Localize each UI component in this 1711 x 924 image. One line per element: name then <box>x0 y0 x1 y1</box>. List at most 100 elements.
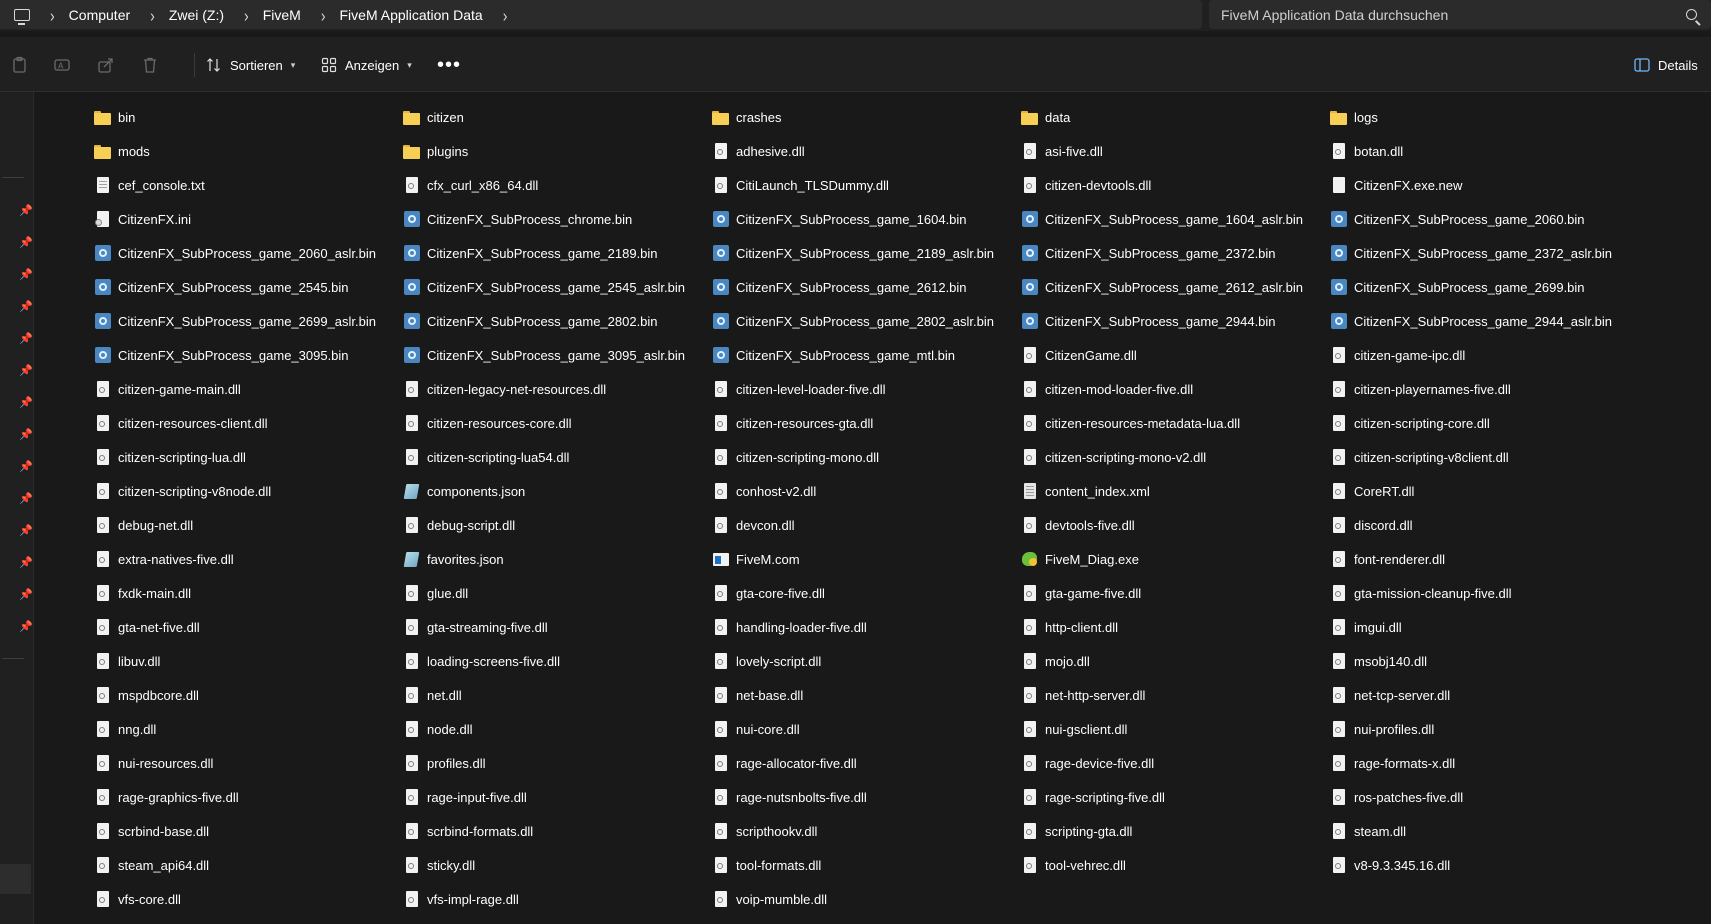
breadcrumb-current-folder[interactable]: FiveM Application Data <box>340 7 483 23</box>
file-item[interactable]: devtools-five.dll <box>1021 508 1330 542</box>
file-item[interactable]: citizen-resources-core.dll <box>403 406 712 440</box>
file-item[interactable]: citizen-scripting-v8node.dll <box>94 474 403 508</box>
breadcrumb-fivem[interactable]: FiveM <box>263 7 301 23</box>
file-item[interactable]: discord.dll <box>1330 508 1639 542</box>
file-item[interactable]: sticky.dll <box>403 848 712 882</box>
file-item[interactable]: extra-natives-five.dll <box>94 542 403 576</box>
rename-icon[interactable]: A <box>53 56 71 74</box>
file-item[interactable]: font-renderer.dll <box>1330 542 1639 576</box>
folder-item[interactable]: citizen <box>403 100 712 134</box>
file-item[interactable]: profiles.dll <box>403 746 712 780</box>
file-item[interactable]: CitizenFX_SubProcess_game_2699.bin <box>1330 270 1639 304</box>
file-item[interactable]: CitizenFX_SubProcess_game_1604.bin <box>712 202 1021 236</box>
file-item[interactable]: CitizenFX_SubProcess_game_2802.bin <box>403 304 712 338</box>
file-item[interactable]: vfs-impl-rage.dll <box>403 882 712 916</box>
file-item[interactable]: nui-gsclient.dll <box>1021 712 1330 746</box>
file-item[interactable]: CitizenFX_SubProcess_game_2060_aslr.bin <box>94 236 403 270</box>
file-item[interactable]: cfx_curl_x86_64.dll <box>403 168 712 202</box>
file-item[interactable]: citizen-game-main.dll <box>94 372 403 406</box>
file-item[interactable]: citizen-resources-metadata-lua.dll <box>1021 406 1330 440</box>
file-item[interactable]: CitizenFX_SubProcess_game_3095.bin <box>94 338 403 372</box>
file-item[interactable]: citizen-scripting-lua54.dll <box>403 440 712 474</box>
file-item[interactable]: imgui.dll <box>1330 610 1639 644</box>
pin-icon[interactable]: 📌 <box>19 205 33 217</box>
paste-icon[interactable] <box>11 56 29 74</box>
pin-icon[interactable]: 📌 <box>19 461 33 473</box>
file-item[interactable]: conhost-v2.dll <box>712 474 1021 508</box>
file-item[interactable]: CitizenFX_SubProcess_game_2802_aslr.bin <box>712 304 1021 338</box>
file-item[interactable]: vfs-core.dll <box>94 882 403 916</box>
file-item[interactable]: net-http-server.dll <box>1021 678 1330 712</box>
file-item[interactable]: steam_api64.dll <box>94 848 403 882</box>
file-item[interactable]: tool-vehrec.dll <box>1021 848 1330 882</box>
file-item[interactable]: CitizenFX_SubProcess_game_2372_aslr.bin <box>1330 236 1639 270</box>
chevron-right-icon[interactable]: › <box>50 5 55 25</box>
file-item[interactable]: nui-resources.dll <box>94 746 403 780</box>
folder-item[interactable]: crashes <box>712 100 1021 134</box>
folder-item[interactable]: logs <box>1330 100 1639 134</box>
chevron-right-icon[interactable]: › <box>321 5 326 25</box>
pin-icon[interactable]: 📌 <box>19 429 33 441</box>
file-item[interactable]: gta-mission-cleanup-five.dll <box>1330 576 1639 610</box>
pin-icon[interactable]: 📌 <box>19 557 33 569</box>
file-item[interactable]: rage-allocator-five.dll <box>712 746 1021 780</box>
folder-item[interactable]: data <box>1021 100 1330 134</box>
file-item[interactable]: node.dll <box>403 712 712 746</box>
file-item[interactable]: libuv.dll <box>94 644 403 678</box>
file-item[interactable]: scrbind-formats.dll <box>403 814 712 848</box>
file-item[interactable]: citizen-level-loader-five.dll <box>712 372 1021 406</box>
file-item[interactable]: CitizenFX_SubProcess_game_2612_aslr.bin <box>1021 270 1330 304</box>
file-item[interactable]: CitizenFX_SubProcess_game_1604_aslr.bin <box>1021 202 1330 236</box>
file-item[interactable]: CitizenFX_SubProcess_game_2699_aslr.bin <box>94 304 403 338</box>
file-item[interactable]: fxdk-main.dll <box>94 576 403 610</box>
file-item[interactable]: glue.dll <box>403 576 712 610</box>
file-item[interactable]: rage-graphics-five.dll <box>94 780 403 814</box>
file-item[interactable]: debug-script.dll <box>403 508 712 542</box>
file-item[interactable]: gta-core-five.dll <box>712 576 1021 610</box>
file-item[interactable]: citizen-devtools.dll <box>1021 168 1330 202</box>
share-icon[interactable] <box>97 56 115 74</box>
file-item[interactable]: nng.dll <box>94 712 403 746</box>
file-item[interactable]: rage-nutsnbolts-five.dll <box>712 780 1021 814</box>
file-item[interactable]: CitizenFX_SubProcess_game_2944.bin <box>1021 304 1330 338</box>
file-item[interactable]: FiveM.com <box>712 542 1021 576</box>
file-item[interactable]: mspdbcore.dll <box>94 678 403 712</box>
file-item[interactable]: CitizenGame.dll <box>1021 338 1330 372</box>
more-options-button[interactable]: ••• <box>437 52 461 78</box>
file-item[interactable]: citizen-scripting-core.dll <box>1330 406 1639 440</box>
chevron-right-icon[interactable]: › <box>244 5 249 25</box>
file-item[interactable]: voip-mumble.dll <box>712 882 1021 916</box>
file-item[interactable]: mojo.dll <box>1021 644 1330 678</box>
delete-icon[interactable] <box>141 56 159 74</box>
file-item[interactable]: ros-patches-five.dll <box>1330 780 1639 814</box>
file-item[interactable]: rage-input-five.dll <box>403 780 712 814</box>
file-item[interactable]: v8-9.3.345.16.dll <box>1330 848 1639 882</box>
file-item[interactable]: scripting-gta.dll <box>1021 814 1330 848</box>
file-item[interactable]: CoreRT.dll <box>1330 474 1639 508</box>
file-item[interactable]: CitizenFX_SubProcess_chrome.bin <box>403 202 712 236</box>
file-item[interactable]: CitizenFX.ini <box>94 202 403 236</box>
file-item[interactable]: nui-profiles.dll <box>1330 712 1639 746</box>
file-item[interactable]: citizen-scripting-v8client.dll <box>1330 440 1639 474</box>
file-item[interactable]: http-client.dll <box>1021 610 1330 644</box>
file-item[interactable]: CitizenFX_SubProcess_game_2944_aslr.bin <box>1330 304 1639 338</box>
pin-icon[interactable]: 📌 <box>19 525 33 537</box>
file-item[interactable]: CitizenFX_SubProcess_game_2189_aslr.bin <box>712 236 1021 270</box>
file-item[interactable]: net.dll <box>403 678 712 712</box>
pin-icon[interactable]: 📌 <box>19 621 33 633</box>
pin-icon[interactable]: 📌 <box>19 589 33 601</box>
folder-item[interactable]: plugins <box>403 134 712 168</box>
pin-icon[interactable]: 📌 <box>19 397 33 409</box>
file-item[interactable]: CitizenFX.exe.new <box>1330 168 1639 202</box>
file-item[interactable]: gta-net-five.dll <box>94 610 403 644</box>
chevron-right-icon[interactable]: › <box>150 5 155 25</box>
pin-icon[interactable]: 📌 <box>19 365 33 377</box>
details-button[interactable]: Details <box>1634 52 1698 78</box>
file-item[interactable]: loading-screens-five.dll <box>403 644 712 678</box>
pin-icon[interactable]: 📌 <box>19 301 33 313</box>
pin-icon[interactable]: 📌 <box>19 269 33 281</box>
file-item[interactable]: citizen-playernames-five.dll <box>1330 372 1639 406</box>
file-item[interactable]: citizen-mod-loader-five.dll <box>1021 372 1330 406</box>
file-item[interactable]: citizen-scripting-lua.dll <box>94 440 403 474</box>
breadcrumb-drive[interactable]: Zwei (Z:) <box>169 7 224 23</box>
